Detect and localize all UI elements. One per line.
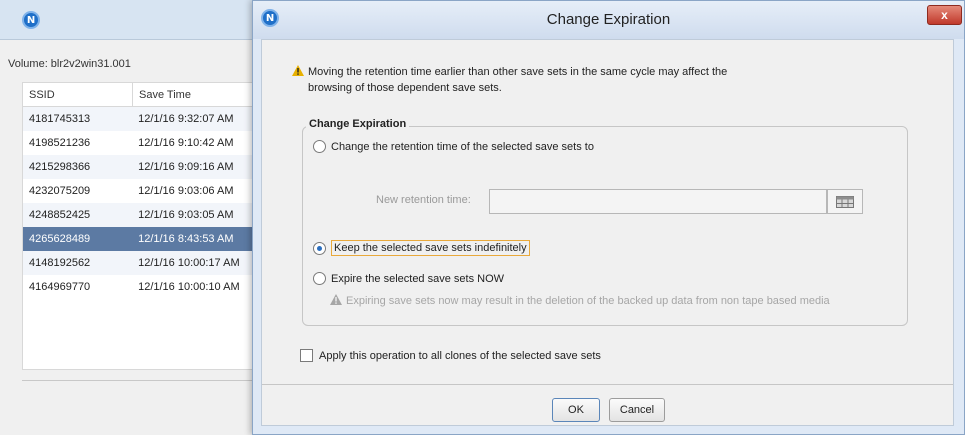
divider bbox=[262, 384, 953, 385]
table-body: 4181745313 12/1/16 9:32:07 AM 4198521236 12… bbox=[23, 107, 261, 299]
radio-button[interactable] bbox=[313, 140, 326, 153]
cell-save-time: 12/1/16 9:09:16 AM bbox=[138, 161, 234, 173]
dialog-titlebar[interactable]: N Change Expiration x bbox=[253, 1, 964, 39]
cell-save-time: 12/1/16 9:10:42 AM bbox=[138, 137, 234, 149]
cell-save-time: 12/1/16 9:03:06 AM bbox=[138, 185, 234, 197]
table-row[interactable]: 4265628489 12/1/16 8:43:53 AM bbox=[23, 227, 261, 251]
cell-ssid: 4148192562 bbox=[29, 257, 91, 269]
cell-save-time: 12/1/16 8:43:53 AM bbox=[138, 233, 234, 245]
cell-ssid: 4215298366 bbox=[29, 161, 91, 173]
cell-ssid: 4248852425 bbox=[29, 209, 91, 221]
radio-expire-now[interactable]: Expire the selected save sets NOW bbox=[313, 272, 504, 285]
close-button[interactable]: x bbox=[927, 5, 962, 25]
app-logo-icon: N bbox=[22, 11, 40, 29]
cell-save-time: 12/1/16 10:00:10 AM bbox=[138, 281, 240, 293]
table-empty-area bbox=[23, 299, 261, 369]
retention-warning: Moving the retention time earlier than o… bbox=[292, 64, 892, 96]
calendar-button[interactable] bbox=[827, 189, 863, 214]
column-header-ssid[interactable]: SSID bbox=[23, 83, 133, 106]
ssid-table[interactable]: SSID Save Time 4181745313 12/1/16 9:32:07… bbox=[22, 82, 262, 370]
cell-save-time: 12/1/16 9:32:07 AM bbox=[138, 113, 234, 125]
change-expiration-dialog: N Change Expiration x Moving the retenti… bbox=[252, 0, 965, 435]
cell-save-time: 12/1/16 10:00:17 AM bbox=[138, 257, 240, 269]
radio-button[interactable] bbox=[313, 272, 326, 285]
radio-label: Keep the selected save sets indefinitely bbox=[331, 240, 530, 256]
warning-text-line1: Moving the retention time earlier than o… bbox=[308, 66, 728, 78]
table-row[interactable]: 4232075209 12/1/16 9:03:06 AM bbox=[23, 179, 261, 203]
expire-warning: Expiring save sets now may result in the… bbox=[330, 294, 830, 307]
warning-icon bbox=[292, 65, 304, 76]
radio-change-retention[interactable]: Change the retention time of the selecte… bbox=[313, 140, 594, 153]
apply-all-clones-option[interactable]: Apply this operation to all clones of th… bbox=[300, 349, 601, 362]
table-header: SSID Save Time bbox=[23, 83, 261, 107]
cancel-button[interactable]: Cancel bbox=[609, 398, 665, 422]
retention-time-label: New retention time: bbox=[376, 194, 471, 206]
calendar-icon bbox=[836, 195, 854, 208]
group-title: Change Expiration bbox=[306, 118, 410, 130]
table-row[interactable]: 4248852425 12/1/16 9:03:05 AM bbox=[23, 203, 261, 227]
radio-label: Expire the selected save sets NOW bbox=[331, 272, 505, 285]
dialog-body: Moving the retention time earlier than o… bbox=[261, 39, 954, 426]
table-row[interactable]: 4148192562 12/1/16 10:00:17 AM bbox=[23, 251, 261, 275]
warning-icon bbox=[330, 294, 342, 305]
dialog-title: Change Expiration bbox=[546, 11, 671, 28]
table-row[interactable]: 4215298366 12/1/16 9:09:16 AM bbox=[23, 155, 261, 179]
table-row[interactable]: 4164969770 12/1/16 10:00:10 AM bbox=[23, 275, 261, 299]
apply-all-clones-checkbox[interactable] bbox=[300, 349, 313, 362]
cell-ssid: 4232075209 bbox=[29, 185, 91, 197]
cell-ssid: 4164969770 bbox=[29, 281, 91, 293]
expire-warning-text: Expiring save sets now may result in the… bbox=[346, 295, 830, 307]
cell-ssid: 4198521236 bbox=[29, 137, 91, 149]
warning-text-line2: browsing of those dependent save sets. bbox=[308, 82, 502, 94]
table-row[interactable]: 4181745313 12/1/16 9:32:07 AM bbox=[23, 107, 261, 131]
column-header-save-time[interactable]: Save Time bbox=[133, 83, 191, 106]
apply-all-clones-label: Apply this operation to all clones of th… bbox=[319, 349, 601, 362]
retention-time-input[interactable] bbox=[489, 189, 827, 214]
radio-label: Change the retention time of the selecte… bbox=[331, 140, 594, 153]
radio-keep-indefinitely[interactable]: Keep the selected save sets indefinitely bbox=[313, 240, 530, 256]
cell-save-time: 12/1/16 9:03:05 AM bbox=[138, 209, 234, 221]
divider bbox=[22, 380, 262, 381]
table-row[interactable]: 4198521236 12/1/16 9:10:42 AM bbox=[23, 131, 261, 155]
ok-button[interactable]: OK bbox=[552, 398, 600, 422]
cell-ssid: 4181745313 bbox=[29, 113, 91, 125]
radio-button-checked[interactable] bbox=[313, 241, 326, 255]
volume-label: Volume: blr2v2win31.001 bbox=[8, 58, 131, 70]
cell-ssid: 4265628489 bbox=[29, 233, 91, 245]
